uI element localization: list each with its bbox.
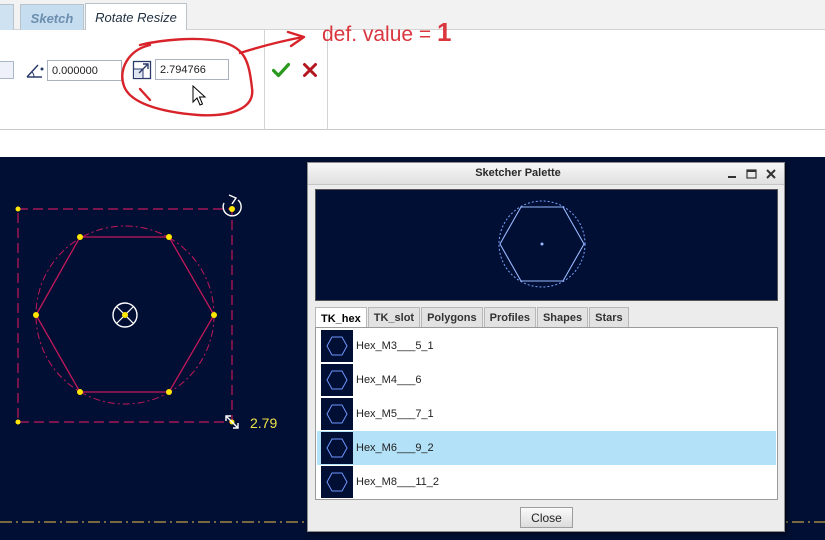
palette-titlebar[interactable]: Sketcher Palette [308, 163, 784, 185]
list-item-selected[interactable]: Hex_M6___9_2 [317, 431, 776, 465]
tab-shapes[interactable]: Shapes [536, 307, 589, 328]
rotate-angle-icon [25, 61, 45, 81]
tab-previous[interactable] [0, 4, 14, 31]
move-handle-icon[interactable] [112, 302, 138, 328]
hexagon-preview-icon [498, 200, 586, 288]
tab-tk-hex[interactable]: TK_hex [315, 307, 367, 329]
rotation-angle-field[interactable] [47, 60, 122, 81]
close-button[interactable]: Close [520, 507, 573, 528]
palette-tabs: TK_hex TK_slot Polygons Profiles Shapes … [315, 307, 630, 329]
annotation-default-value: def. value = 1 [322, 17, 452, 47]
list-item[interactable]: Hex_M4___6 [317, 363, 776, 397]
checkmark-icon [272, 62, 290, 78]
tab-profiles[interactable]: Profiles [483, 307, 536, 328]
list-item-label: Hex_M3___5_1 [356, 340, 434, 352]
window-close-button[interactable] [763, 166, 779, 182]
tab-stars[interactable]: Stars [589, 307, 629, 328]
list-item[interactable]: Hex_M3___5_1 [317, 329, 776, 363]
minimize-button[interactable] [724, 166, 740, 182]
color-swatch[interactable] [0, 61, 14, 79]
ribbon-footer [0, 131, 825, 157]
tab-rotate-resize[interactable]: Rotate Resize [85, 3, 187, 31]
hexagon-thumbnail-icon [321, 398, 353, 430]
list-item[interactable]: Hex_M5___7_1 [317, 397, 776, 431]
scale-dimension-label[interactable]: 2.79 [250, 415, 277, 431]
scale-icon [132, 60, 152, 80]
list-item-label: Hex_M6___9_2 [356, 442, 434, 454]
list-item-label: Hex_M8___11_2 [356, 476, 439, 488]
palette-title: Sketcher Palette [475, 167, 561, 179]
close-x-icon [303, 63, 317, 77]
tab-sketch[interactable]: Sketch [20, 4, 84, 31]
list-item-label: Hex_M4___6 [356, 374, 422, 386]
list-item[interactable]: Hex_M8___11_2 [317, 465, 776, 499]
ribbon-separator [264, 30, 265, 130]
close-icon [766, 169, 776, 179]
minimize-icon [728, 176, 736, 178]
tab-tk-slot[interactable]: TK_slot [367, 307, 421, 328]
shape-preview [315, 189, 778, 301]
hexagon-thumbnail-icon [321, 330, 353, 362]
hexagon-thumbnail-icon [321, 364, 353, 396]
hexagon-thumbnail-icon [321, 466, 353, 498]
hexagon-thumbnail-icon [321, 432, 353, 464]
scale-field[interactable] [155, 59, 229, 80]
shape-list: Hex_M3___5_1 Hex_M4___6 Hex_M5___7_1 Hex… [315, 327, 778, 500]
list-item-label: Hex_M5___7_1 [356, 408, 434, 420]
sketcher-palette-dialog: Sketcher Palette TK_hex TK_slot Polygons… [307, 162, 785, 532]
maximize-icon [745, 169, 757, 179]
cancel-button[interactable] [300, 60, 320, 80]
tab-polygons[interactable]: Polygons [421, 307, 483, 328]
ok-button[interactable] [271, 60, 291, 80]
maximize-button[interactable] [743, 166, 759, 182]
